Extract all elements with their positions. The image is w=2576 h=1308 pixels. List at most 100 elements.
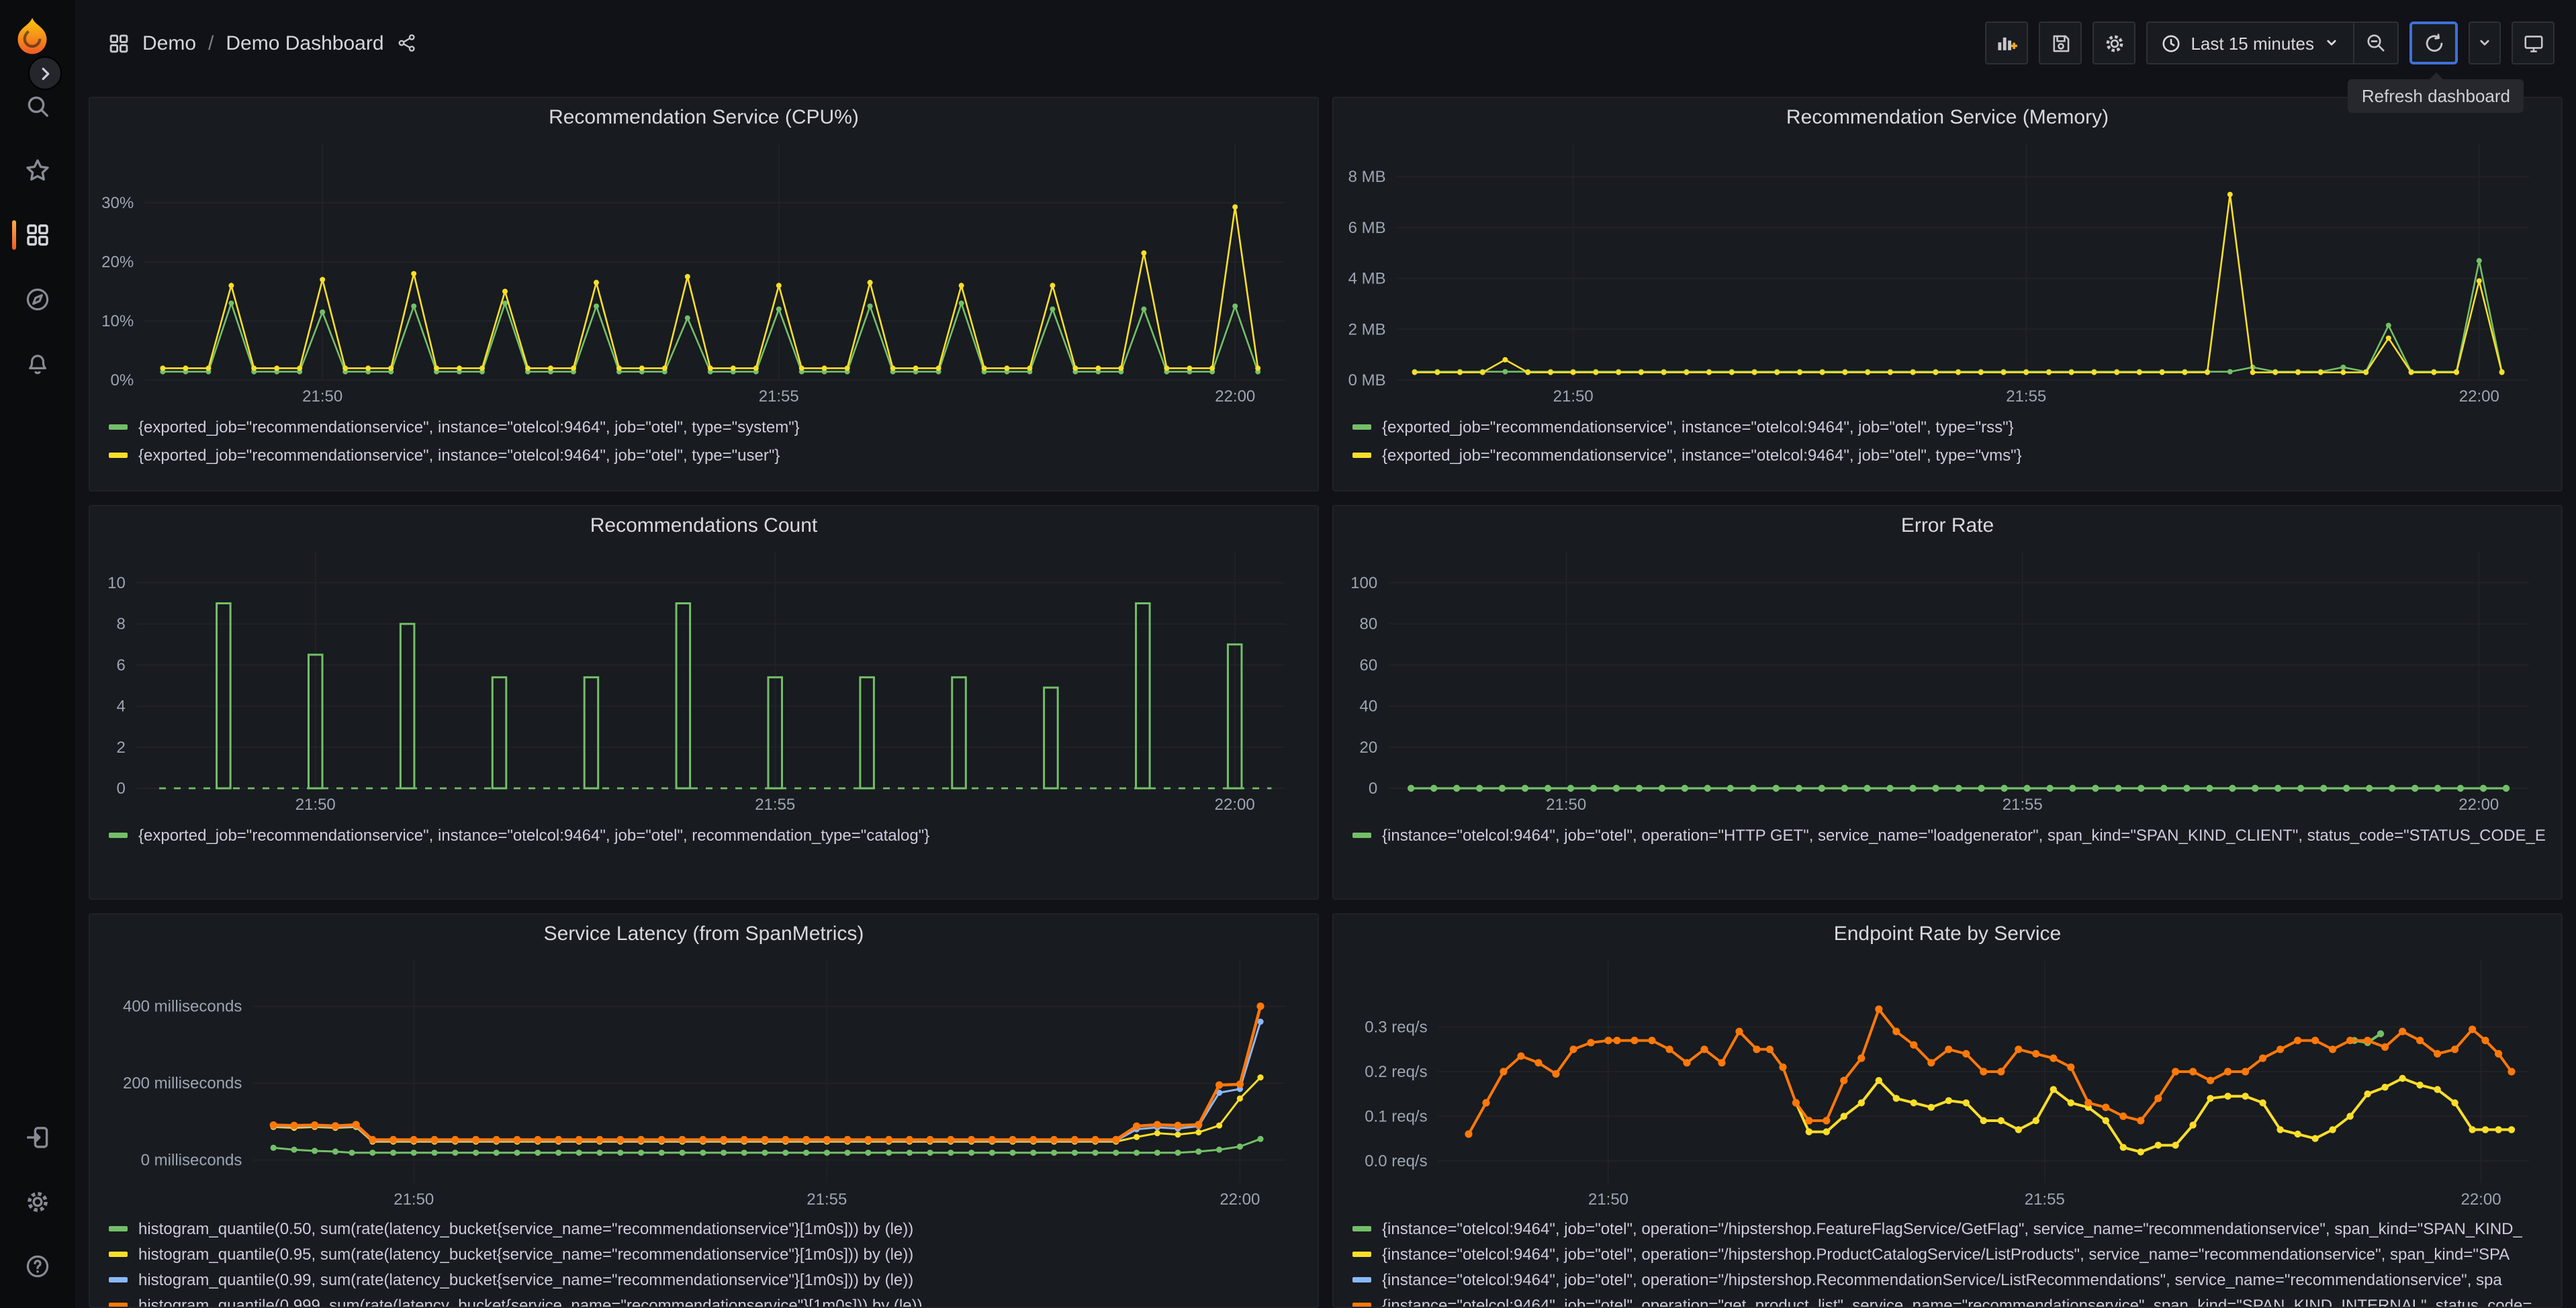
alerting-bell-icon [29, 355, 46, 375]
legend-label: {instance="otelcol:9464", job="otel", op… [1382, 1219, 2522, 1237]
dashboard-settings-button[interactable] [2092, 21, 2136, 64]
refresh-interval-dropdown[interactable] [2469, 21, 2501, 64]
legend-item[interactable]: {instance="otelcol:9464", job="otel", op… [1347, 1215, 2548, 1241]
sidebar-item-help[interactable] [0, 1246, 75, 1287]
svg-text:0: 0 [116, 780, 125, 798]
svg-text:20%: 20% [101, 253, 134, 271]
legend-item[interactable]: histogram_quantile(0.999, sum(rate(laten… [103, 1292, 1304, 1308]
svg-text:21:55: 21:55 [2025, 1190, 2065, 1209]
time-range-button[interactable]: Last 15 minutes [2148, 23, 2353, 63]
legend-swatch [1352, 452, 1371, 457]
panel-title[interactable]: Service Latency (from SpanMetrics) [103, 920, 1304, 949]
sidebar-item-sign-in[interactable] [0, 1117, 75, 1158]
legend-swatch [109, 452, 128, 457]
legend-label: histogram_quantile(0.95, sum(rate(latenc… [138, 1244, 914, 1263]
panel-title[interactable]: Recommendation Service (CPU%) [103, 103, 1304, 133]
memory-chart[interactable]: 21:50 21:55 22:00 0 MB 2 MB 4 MB 6 MB 8 MB [1347, 133, 2548, 410]
refresh-dashboard-button[interactable] [2409, 21, 2458, 64]
legend-swatch [109, 1302, 128, 1307]
svg-text:21:55: 21:55 [755, 796, 795, 814]
legend-item[interactable]: histogram_quantile(0.95, sum(rate(latenc… [103, 1241, 1304, 1266]
legend-item[interactable]: {instance="otelcol:9464", job="otel", op… [1347, 1292, 2548, 1308]
sidebar-nav-top [0, 86, 75, 384]
legend-item[interactable]: histogram_quantile(0.99, sum(rate(latenc… [103, 1266, 1304, 1292]
legend-swatch [109, 1225, 128, 1231]
svg-text:0%: 0% [111, 371, 134, 389]
svg-text:21:50: 21:50 [1546, 796, 1586, 814]
zoom-out-time-button[interactable] [2354, 23, 2397, 63]
svg-text:400 milliseconds: 400 milliseconds [123, 998, 242, 1016]
legend-item[interactable]: {instance="otelcol:9464", job="otel", op… [1347, 821, 2548, 849]
caret-down-icon [2327, 40, 2336, 46]
legend-swatch [1352, 424, 1371, 429]
sidebar-item-alerting[interactable] [0, 344, 75, 384]
svg-text:21:55: 21:55 [2006, 387, 2046, 406]
dashboards-icon [27, 224, 48, 246]
cycle-view-mode-button[interactable] [2512, 21, 2555, 64]
legend-swatch [1352, 832, 1371, 837]
svg-text:22:00: 22:00 [1220, 1190, 1260, 1209]
legend-swatch [109, 1276, 128, 1282]
legend-label: {instance="otelcol:9464", job="otel", op… [1382, 1244, 2510, 1263]
svg-text:21:50: 21:50 [302, 387, 342, 406]
error-rate-chart[interactable]: 21:50 21:55 22:00 0 20 40 60 80 100 [1347, 541, 2548, 818]
panel-title[interactable]: Error Rate [1347, 512, 2548, 541]
grafana-logo-icon[interactable] [12, 16, 52, 56]
sidebar-nav-bottom [0, 1117, 75, 1287]
legend-item[interactable]: {exported_job="recommendationservice", i… [1347, 440, 2548, 469]
legend-swatch [1352, 1302, 1371, 1307]
caret-down-icon [2480, 40, 2489, 46]
cpu-chart[interactable]: 21:50 21:55 22:00 0% 10% 20% 30% [101, 133, 1304, 410]
recommendations-count-chart[interactable]: 21:50 21:55 22:00 0 2 4 6 8 10 [103, 541, 1304, 818]
zoom-out-icon [2367, 34, 2385, 52]
legend-item[interactable]: histogram_quantile(0.50, sum(rate(latenc… [103, 1215, 1304, 1241]
service-latency-chart[interactable]: 21:50 21:55 22:00 0 milliseconds 200 millise… [103, 949, 1304, 1213]
panel-title[interactable]: Endpoint Rate by Service [1347, 920, 2548, 949]
endpoint-rate-chart[interactable]: 21:50 21:55 22:00 0.0 req/s 0.1 req/s 0.2 req… [1347, 949, 2548, 1213]
svg-text:0: 0 [1369, 780, 1377, 798]
breadcrumb-current[interactable]: Demo Dashboard [226, 32, 383, 54]
svg-text:8 MB: 8 MB [1348, 168, 1386, 186]
legend-item[interactable]: {instance="otelcol:9464", job="otel", op… [1347, 1241, 2548, 1266]
add-panel-button[interactable] [1985, 21, 2029, 64]
dashboards-grid-icon [109, 34, 128, 52]
legend-label: {instance="otelcol:9464", job="otel", op… [1382, 1295, 2532, 1308]
dashboard-toolbar: Last 15 minutes [1985, 21, 2555, 64]
legend-label: histogram_quantile(0.999, sum(rate(laten… [138, 1295, 923, 1308]
legend-item[interactable]: {exported_job="recommendationservice", i… [103, 440, 1304, 469]
svg-text:21:50: 21:50 [394, 1190, 434, 1209]
sidebar-item-search[interactable] [0, 86, 75, 126]
sidebar-item-dashboards[interactable] [0, 215, 75, 255]
top-bar: Demo / Demo Dashboard Last 15 minutes [75, 0, 2576, 86]
sidebar-item-starred[interactable] [0, 150, 75, 191]
time-range-label: Last 15 minutes [2191, 33, 2314, 53]
svg-text:21:55: 21:55 [2003, 796, 2043, 814]
legend-item[interactable]: {exported_job="recommendationservice", i… [103, 412, 1304, 440]
legend-item[interactable]: {exported_job="recommendationservice", i… [1347, 412, 2548, 440]
panel-error-rate: Error Rate 21:50 21:55 22:00 0 20 40 60 80 100 {… [1332, 505, 2563, 900]
svg-text:0.2 req/s: 0.2 req/s [1365, 1063, 1427, 1081]
legend-item[interactable]: {exported_job="recommendationservice", i… [103, 821, 1304, 849]
app: Demo / Demo Dashboard Last 15 minutes Re… [0, 0, 2576, 1308]
svg-text:20: 20 [1359, 739, 1377, 757]
legend-label: {exported_job="recommendationservice", i… [138, 825, 930, 844]
legend: {exported_job="recommendationservice", i… [1347, 412, 2548, 469]
sidebar-item-server-admin[interactable] [0, 1182, 75, 1222]
svg-text:22:00: 22:00 [2460, 1190, 2501, 1209]
svg-text:21:55: 21:55 [807, 1190, 847, 1209]
sidebar-expand-button[interactable] [28, 56, 62, 90]
legend-item[interactable]: {instance="otelcol:9464", job="otel", op… [1347, 1266, 2548, 1292]
svg-text:0.1 req/s: 0.1 req/s [1365, 1107, 1427, 1125]
svg-text:0 milliseconds: 0 milliseconds [141, 1152, 242, 1170]
svg-text:22:00: 22:00 [2459, 387, 2499, 406]
svg-text:0.0 req/s: 0.0 req/s [1365, 1152, 1427, 1170]
svg-text:4: 4 [116, 698, 125, 716]
sidebar-item-explore[interactable] [0, 279, 75, 320]
panel-title[interactable]: Recommendations Count [103, 512, 1304, 541]
help-icon [26, 1255, 49, 1278]
save-dashboard-button[interactable] [2039, 21, 2082, 64]
breadcrumb-root[interactable]: Demo [142, 32, 196, 54]
share-icon[interactable] [396, 32, 418, 54]
svg-text:30%: 30% [101, 194, 134, 212]
breadcrumb: Demo / Demo Dashboard [107, 32, 418, 54]
